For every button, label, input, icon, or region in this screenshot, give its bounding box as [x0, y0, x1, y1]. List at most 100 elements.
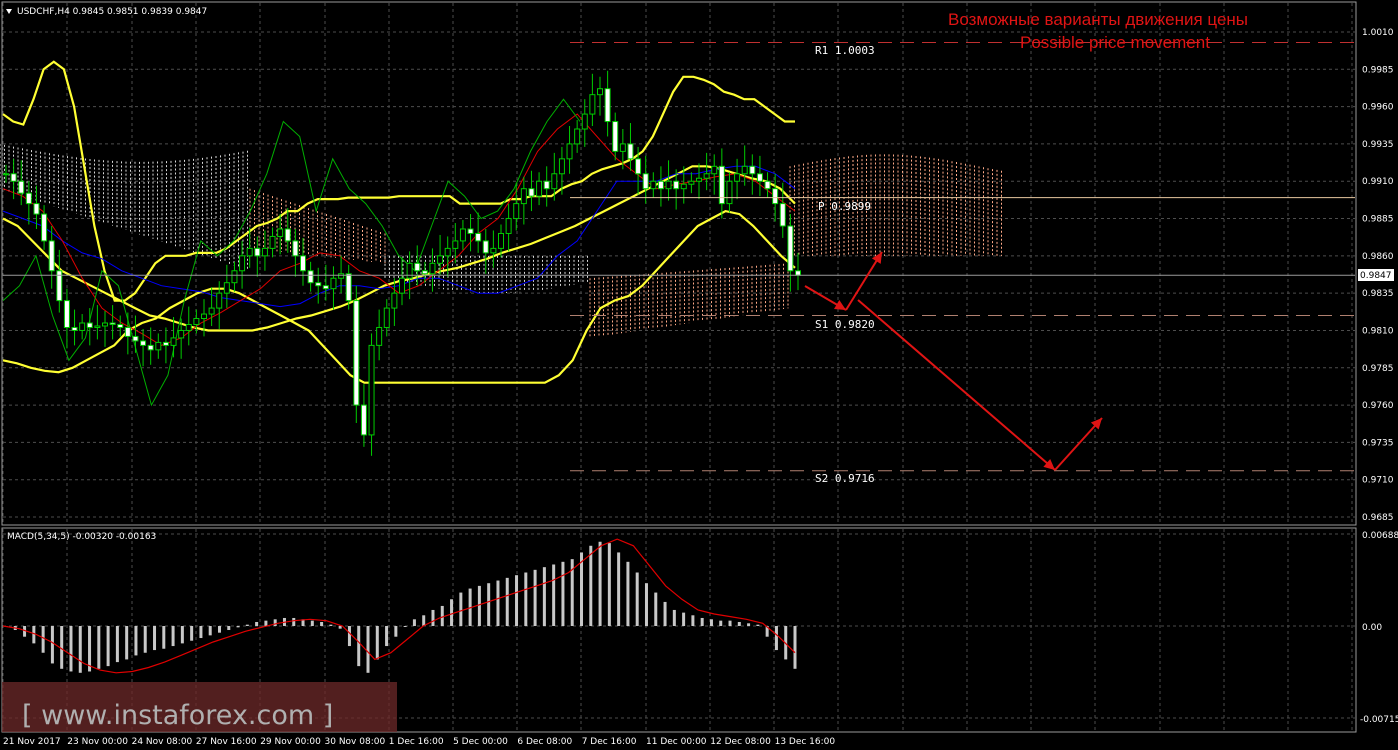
- candle-body: [795, 270, 801, 276]
- candle-body: [124, 326, 131, 337]
- macd-bar: [691, 615, 695, 626]
- current-price-value: 0.9847: [1360, 271, 1392, 281]
- macd-bar: [431, 609, 435, 626]
- macd-bar: [626, 561, 630, 626]
- candle-body: [71, 326, 78, 331]
- macd-bar: [366, 626, 370, 673]
- macd-bar: [338, 626, 342, 629]
- candle-body: [406, 262, 413, 279]
- candle-body: [635, 158, 642, 175]
- candle-body: [536, 180, 543, 197]
- candle-body: [117, 323, 124, 328]
- macd-bar: [737, 621, 741, 626]
- macd-bar: [561, 561, 565, 626]
- candle-body: [86, 322, 93, 328]
- macd-bar: [171, 626, 175, 647]
- candle-body: [764, 180, 771, 190]
- candle-body: [711, 165, 718, 175]
- candle-body: [368, 344, 375, 436]
- macd-bar: [589, 545, 593, 626]
- candle-body: [292, 240, 299, 257]
- indicator-lines: [2, 60, 796, 407]
- candle-body: [741, 165, 748, 175]
- grid-lines: [2, 3, 1355, 731]
- level-label-s2: S2 0.9716: [815, 472, 875, 485]
- pivot-levels: [3, 41, 1355, 472]
- macd-bar: [255, 621, 259, 626]
- candle-body: [673, 180, 680, 190]
- candle-body: [216, 292, 223, 309]
- price-chart[interactable]: 1.0010 0.9985 0.9960 0.9935 0.9910 0.9885 0.98…: [0, 0, 1398, 750]
- tenkan-line: [2, 113, 796, 346]
- candle-body: [162, 341, 169, 346]
- candle-body: [589, 94, 596, 115]
- macd-bar: [524, 572, 528, 626]
- macd-bar: [41, 626, 45, 653]
- macd-bar: [217, 626, 221, 633]
- macd-bar: [403, 626, 407, 627]
- macd-bar: [598, 541, 602, 626]
- chart-menu-arrow-icon[interactable]: [6, 9, 12, 14]
- macd-bar: [487, 583, 491, 626]
- macd-label: MACD(5,34,5) -0.00320 -0.00163: [7, 532, 156, 542]
- macd-bar: [227, 626, 231, 631]
- y-tick-label: 0.9885: [1362, 215, 1394, 225]
- candle-body: [558, 158, 565, 175]
- macd-bar: [385, 626, 389, 647]
- arrow-down-2: [857, 299, 1056, 471]
- macd-bar: [654, 592, 658, 626]
- candle-body: [25, 192, 32, 205]
- candle-body: [734, 173, 741, 182]
- candle-body: [444, 247, 451, 257]
- candle-body: [399, 277, 405, 294]
- candle-body: [391, 292, 398, 309]
- candle-body: [688, 180, 695, 185]
- y-tick-label: 0.9810: [1362, 326, 1394, 336]
- candle-body: [566, 143, 573, 160]
- macd-bar: [459, 592, 463, 626]
- macd-bar: [50, 626, 54, 664]
- macd-bar: [412, 619, 416, 626]
- macd-bar: [273, 619, 277, 626]
- x-tick-label: 30 Nov 08:00: [325, 737, 386, 747]
- candle-body: [421, 270, 428, 275]
- macd-bar: [719, 620, 723, 626]
- candle-body: [429, 262, 436, 275]
- candle-body: [680, 183, 687, 190]
- candle-body: [132, 335, 139, 342]
- macd-tick-top: 0.00688: [1362, 531, 1398, 541]
- candle-body: [498, 232, 504, 249]
- candle-body: [597, 88, 603, 96]
- candle-body: [170, 337, 177, 346]
- macd-bar: [505, 577, 509, 626]
- macd-bar: [264, 620, 268, 626]
- macd-bar: [440, 605, 444, 626]
- macd-bar: [644, 583, 648, 626]
- macd-bar: [69, 626, 73, 672]
- candle-body: [779, 203, 786, 227]
- macd-bar: [115, 626, 119, 663]
- candle-body: [726, 180, 733, 205]
- candle-body: [345, 273, 352, 302]
- candle-body: [277, 228, 284, 237]
- candle-body: [147, 344, 154, 351]
- candle-body: [376, 326, 383, 346]
- candle-body: [619, 143, 626, 152]
- macd-bar: [774, 626, 778, 651]
- macd-bar: [88, 626, 92, 672]
- candle-body: [18, 180, 25, 194]
- candle-body: [254, 247, 261, 257]
- candle-body: [63, 300, 70, 328]
- candle-body: [79, 322, 86, 331]
- main-panel-frame: [1, 1, 1357, 526]
- candle-body: [330, 277, 337, 290]
- macd-bar: [709, 619, 713, 626]
- macd-tick-zero: 0.00: [1362, 623, 1382, 633]
- macd-signal-line: [2, 538, 796, 674]
- candle-body: [467, 228, 474, 234]
- x-tick-label: 1 Dec 16:00: [389, 737, 444, 747]
- level-label-s1: S1 0.9820: [815, 318, 875, 331]
- x-tick-label: 6 Dec 08:00: [517, 737, 572, 747]
- y-tick-label: 0.9935: [1362, 140, 1394, 150]
- macd-bar: [747, 623, 751, 626]
